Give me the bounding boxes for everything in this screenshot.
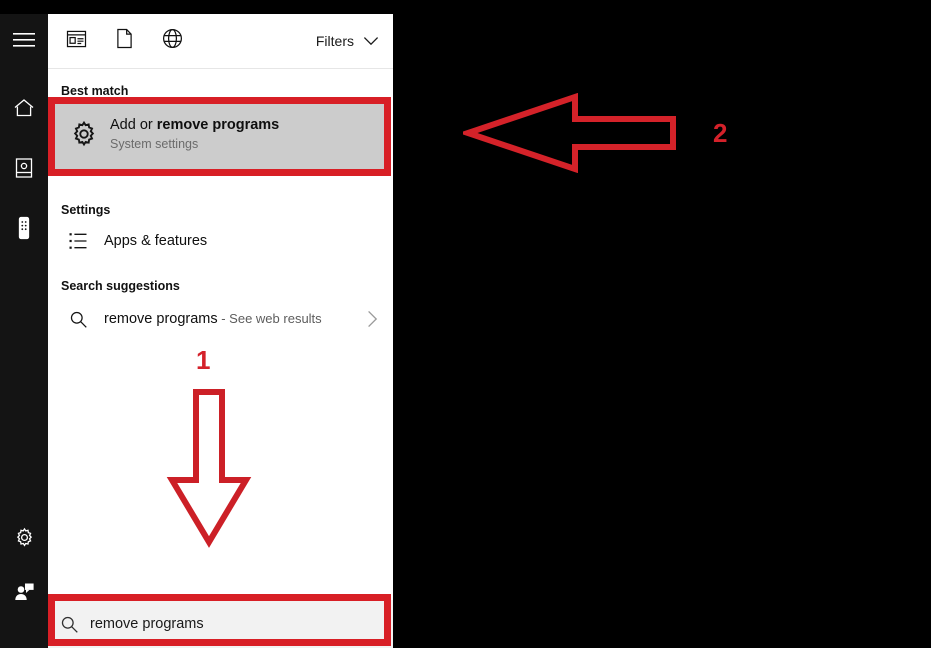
- suggestion-suffix: - See web results: [217, 311, 322, 326]
- document-icon: [116, 28, 133, 54]
- hamburger-menu-button[interactable]: [0, 18, 48, 66]
- apps-features-label: Apps & features: [104, 232, 208, 249]
- rail-item-device[interactable]: [0, 206, 48, 254]
- rail-item-documents[interactable]: [0, 146, 48, 194]
- tab-web[interactable]: [148, 19, 196, 63]
- hamburger-icon: [13, 32, 35, 53]
- suggestion-text: remove programs - See web results: [104, 309, 322, 329]
- suggestion-item-remove-programs[interactable]: remove programs - See web results: [48, 297, 393, 341]
- person-feedback-icon: [13, 582, 35, 607]
- filters-label: Filters: [315, 33, 354, 49]
- best-match-title: Add or remove programs: [110, 116, 279, 135]
- best-match-subtitle: System settings: [110, 136, 199, 151]
- search-input[interactable]: remove programs: [90, 615, 204, 633]
- rail-item-feedback[interactable]: [0, 570, 48, 618]
- best-match-title-prefix: Add or: [110, 116, 157, 133]
- best-match-title-bold: remove programs: [156, 116, 280, 133]
- web-globe-icon: [162, 28, 183, 54]
- tab-documents[interactable]: [100, 19, 148, 63]
- suggestion-label: remove programs - See web results: [104, 309, 322, 329]
- list-settings-icon: [58, 231, 98, 251]
- gear-icon: [64, 120, 104, 148]
- settings-item-apps-and-features[interactable]: Apps & features: [48, 219, 393, 263]
- suggestion-query: remove programs: [104, 311, 218, 327]
- start-menu-rail: [0, 14, 48, 648]
- documents-icon: [14, 157, 34, 184]
- rail-item-settings[interactable]: [0, 516, 48, 564]
- chevron-down-icon: [363, 33, 379, 49]
- apps-features-text: Apps & features: [104, 232, 207, 251]
- device-icon: [16, 216, 32, 245]
- search-results-column: Filters Best match Add or remove program…: [48, 14, 393, 648]
- filters-button[interactable]: Filters: [308, 27, 383, 55]
- best-match-result[interactable]: Add or remove programs System settings: [54, 99, 390, 169]
- search-icon: [48, 615, 90, 634]
- search-suggestions-header: Search suggestions: [61, 279, 180, 293]
- tab-apps[interactable]: [52, 19, 100, 63]
- start-menu-search-flyout: Filters Best match Add or remove program…: [0, 14, 393, 648]
- annotation-number-1: 1: [196, 345, 211, 375]
- best-match-text: Add or remove programs System settings: [110, 116, 279, 153]
- search-results-list: Best match Add or remove programs System…: [48, 69, 393, 648]
- taskbar-search-box[interactable]: remove programs: [48, 600, 393, 648]
- rail-item-home[interactable]: [0, 86, 48, 134]
- annotation-number-2: 2: [713, 118, 728, 148]
- search-toolbar: Filters: [48, 14, 393, 69]
- settings-section-header: Settings: [61, 203, 111, 217]
- chevron-right-icon[interactable]: [366, 309, 379, 329]
- apps-icon: [66, 30, 87, 53]
- annotation-arrow-left-icon: [458, 92, 677, 178]
- gear-icon: [14, 527, 35, 553]
- home-icon: [13, 98, 35, 123]
- search-icon: [58, 310, 98, 329]
- best-match-header: Best match: [61, 84, 129, 98]
